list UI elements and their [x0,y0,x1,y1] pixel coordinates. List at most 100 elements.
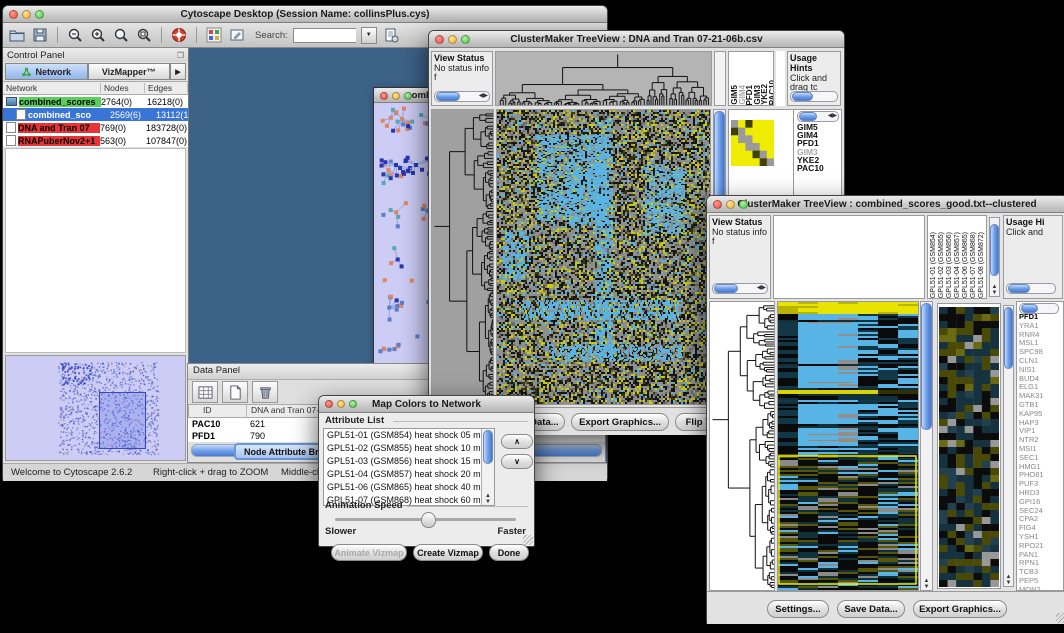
search-dropdown-icon[interactable]: ▼ [361,27,377,44]
help-icon[interactable] [170,26,188,44]
minimize-button[interactable] [392,92,400,100]
open-icon[interactable] [8,26,26,44]
animate-vizmap-button[interactable]: Animate Vizmap [331,544,407,561]
row-dendrogram[interactable] [431,109,494,405]
network-tree-row[interactable]: DNA and Tran 07 769(0) 183728(0) [3,121,188,134]
birds-eye-view[interactable] [5,355,186,461]
column-network[interactable]: Network [3,83,101,93]
create-vizmap-button[interactable]: Create Vizmap [413,544,483,561]
search-input[interactable] [293,28,356,43]
column-label[interactable]: GPL51-01 (GSM854) [930,232,938,298]
tab-overflow-arrow[interactable]: ▶ [170,63,186,80]
float-panel-icon[interactable]: ❐ [177,51,184,60]
row-dendrogram[interactable] [709,301,775,591]
close-button[interactable] [9,10,18,19]
close-button[interactable] [380,92,388,100]
scroll-arrows-icon[interactable]: ▲▼ [921,578,932,590]
attribute-list-scrollbar[interactable]: ▲▼ [481,429,494,505]
zoom-vscrollbar[interactable]: ▲▼ [1003,305,1014,587]
gene-label[interactable]: PAC10 [795,164,824,172]
save-data-button[interactable]: Save Data... [837,600,905,618]
attribute-item[interactable]: GPL51-02 (GSM855) heat shock 10 min [324,442,494,455]
close-button[interactable] [713,200,722,209]
close-button[interactable] [325,400,333,408]
settings-button[interactable]: Settings... [767,600,829,618]
attribute-item[interactable]: GPL51-03 (GSM856) heat shock 15 min [324,455,494,468]
attribute-browser-icon[interactable] [382,26,400,44]
column-label[interactable]: GPL51-02 (GSM855) [938,232,946,298]
trash-icon[interactable] [252,381,278,403]
heatmap-canvas[interactable] [777,301,919,591]
network-tree-row[interactable]: combined_sco 2569(6) 13112(15) [3,108,188,121]
column-dendrogram[interactable] [495,51,712,106]
column-nodes[interactable]: Nodes [101,83,145,93]
column-label[interactable]: GPL51-06 (GSM865) [962,232,970,298]
zoom-button[interactable] [461,35,470,44]
zoom-button[interactable] [35,10,44,19]
zoom-button[interactable] [739,200,748,209]
column-dendrogram-area[interactable] [773,215,925,299]
attribute-list[interactable]: ▲▼ GPL51-01 (GSM854) heat shock 05 minGP… [323,428,495,506]
mini-heatmap[interactable] [731,120,774,166]
done-button[interactable]: Done [489,544,529,561]
scroll-arrows-icon[interactable]: ▲▼ [482,493,494,505]
annotation-icon[interactable] [228,26,246,44]
main-window-title: Cytoscape Desktop (Session Name: collins… [181,9,430,20]
move-up-button[interactable]: ∧ [501,434,533,449]
vizmapper-icon[interactable] [205,26,223,44]
heatmap-vscrollbar[interactable]: ▲▼ [920,301,933,591]
column-label[interactable]: PAC10 [769,80,775,105]
zoom-fit-icon[interactable] [112,26,130,44]
move-down-button[interactable]: ∨ [501,454,533,469]
tab-network[interactable]: Network [5,63,88,80]
zoom-out-icon[interactable] [66,26,84,44]
attribute-item[interactable]: GPL51-06 (GSM865) heat shock 40 min [324,481,494,494]
column-id[interactable]: ID [189,405,247,417]
view-status-scrollbar[interactable]: ◀▶ [712,283,768,294]
network-edge-count: 107847(0) [146,136,188,146]
export-graphics-button[interactable]: Export Graphics... [571,413,669,431]
treeview1-titlebar[interactable]: ClusterMaker TreeView : DNA and Tran 07-… [429,31,844,48]
new-document-icon[interactable] [222,381,248,403]
minimize-button[interactable] [726,200,735,209]
table-icon[interactable] [192,381,218,403]
zoom-in-icon[interactable] [89,26,107,44]
view-status-scrollbar[interactable]: ◀▶ [434,91,490,102]
labels-vscrollbar[interactable]: ▲▼ [989,217,1000,297]
network-tree-row[interactable]: RNAPuberNov2+1 563(0) 107847(0) [3,134,188,147]
usage-hints-scrollbar[interactable] [1006,283,1056,294]
gene-list-scrollbar[interactable]: ◀▶ [797,111,839,122]
scroll-arrows-icon[interactable]: ◀▶ [828,112,837,121]
view-status-panel: View Status No status info f ◀▶ [431,51,493,106]
speed-slider-thumb[interactable] [421,512,436,528]
heatmap-canvas[interactable] [496,109,711,405]
resize-grip[interactable] [523,535,533,545]
zoom-selected-icon[interactable] [135,26,153,44]
column-edges[interactable]: Edges [145,83,188,93]
column-label[interactable]: GPL51-04 (GSM857) [954,232,962,298]
dialog-titlebar[interactable]: Map Colors to Network [319,396,534,413]
treeview2-titlebar[interactable]: ClusterMaker TreeView : combined_scores_… [707,196,1064,213]
minimize-button[interactable] [337,400,345,408]
network-tree-row[interactable]: combined_scores 2764(0) 16218(0) [3,95,188,108]
export-graphics-button[interactable]: Export Graphics... [913,600,1007,618]
zoom-heatmap-panel[interactable] [937,303,1001,589]
scroll-arrows-icon[interactable]: ◀▶ [479,92,488,101]
window-controls [9,10,44,19]
usage-hints-scrollbar[interactable] [790,91,838,102]
minimize-button[interactable] [22,10,31,19]
save-icon[interactable] [31,26,49,44]
zoom-button[interactable] [404,92,412,100]
column-label[interactable]: GPL51-08 (GSM872) [978,232,986,298]
zoom-button[interactable] [349,400,357,408]
minimize-button[interactable] [448,35,457,44]
main-titlebar[interactable]: Cytoscape Desktop (Session Name: collins… [3,6,607,23]
attribute-item[interactable]: GPL51-04 (GSM857) heat shock 20 min [324,468,494,481]
column-label[interactable]: GPL51-07 (GSM868) [970,232,978,298]
scroll-arrows-icon[interactable]: ◀▶ [757,284,766,293]
tab-vizmapper[interactable]: VizMapper™ [88,63,171,80]
resize-grip[interactable] [1056,613,1064,623]
column-label[interactable]: GPL51-03 (GSM856) [946,232,954,298]
close-button[interactable] [435,35,444,44]
attribute-item[interactable]: GPL51-01 (GSM854) heat shock 05 min [324,429,494,442]
